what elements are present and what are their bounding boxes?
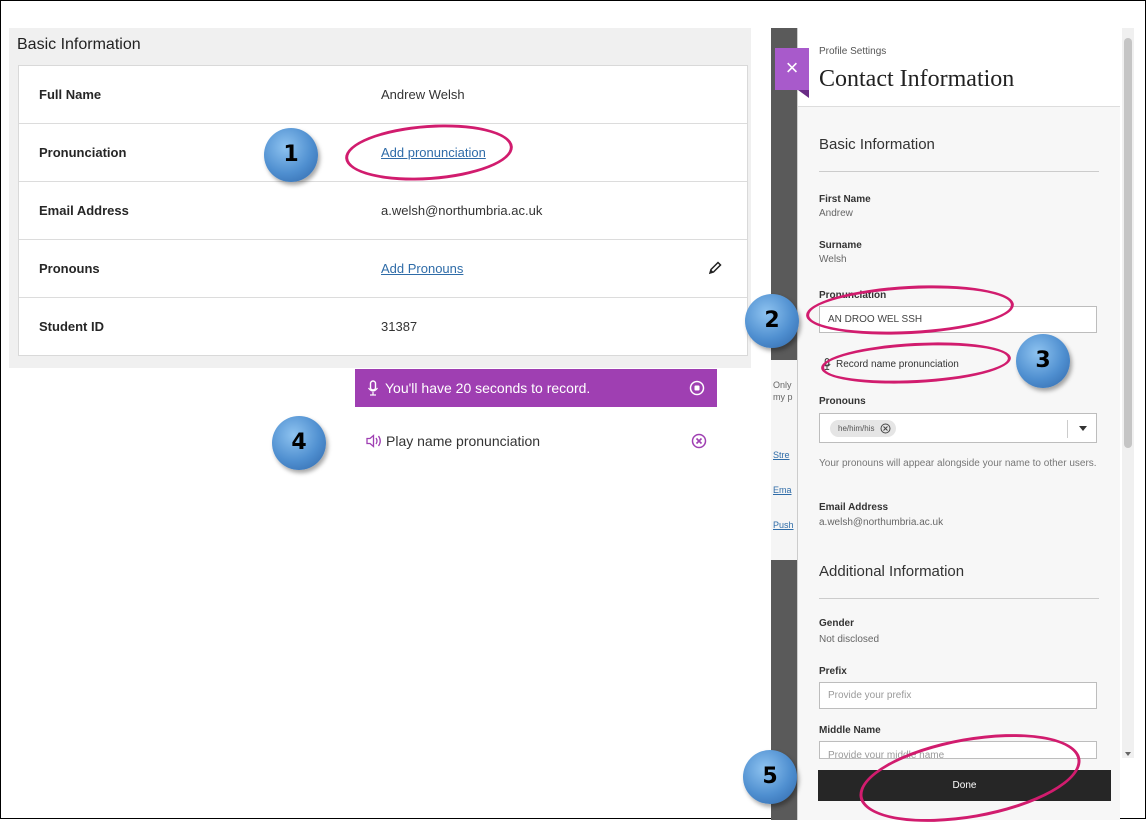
email-field-value: a.welsh@northumbria.ac.uk [819,517,944,528]
row-pronouns: Pronouns Add Pronouns [19,240,747,298]
surname-value: Welsh [819,254,847,265]
microphone-icon [368,380,378,396]
background-page-content [771,360,797,560]
panel-header: Profile Settings Contact Information [798,28,1120,107]
pronunciation-label: Pronunciation [39,145,127,160]
divider [819,598,1099,599]
prefix-input[interactable]: Provide your prefix [819,682,1097,709]
play-pronunciation-label: Play name pronunciation [386,433,541,449]
row-full-name: Full Name Andrew Welsh [19,66,747,124]
first-name-label: First Name [819,194,871,205]
pronouns-field-label: Pronouns [819,396,866,407]
chevron-down-icon[interactable] [1125,752,1131,756]
additional-section-title: Additional Information [819,563,965,580]
prefix-label: Prefix [819,666,847,677]
close-button-tail [798,90,809,98]
basic-section-title: Basic Information [819,136,935,153]
add-pronouns-link[interactable]: Add Pronouns [381,261,463,276]
email-field-label: Email Address [819,502,889,513]
annotation-badge: 2 [745,294,799,348]
first-name-value: Andrew [819,208,853,219]
background-link: Push [773,520,794,530]
speaker-icon [366,434,381,448]
email-label: Email Address [39,203,129,218]
gender-label: Gender [819,618,855,629]
surname-label: Surname [819,240,862,251]
basic-info-panel: Basic Information Full Name Andrew Welsh… [9,28,751,368]
divider [819,171,1099,172]
background-link: Stre [773,450,790,460]
chevron-down-icon[interactable] [1079,426,1087,431]
pronoun-chip-label: he/him/his [838,424,875,433]
pronouns-label: Pronouns [39,261,100,276]
annotation-badge: 5 [743,750,797,804]
breadcrumb: Profile Settings [819,46,887,57]
close-circle-icon[interactable] [691,433,707,449]
play-pronunciation-row[interactable]: Play name pronunciation [355,426,717,456]
student-id-label: Student ID [39,319,104,334]
basic-info-table: Full Name Andrew Welsh Pronunciation Add… [18,65,748,356]
full-name-label: Full Name [39,87,102,102]
annotation-badge: 1 [264,128,318,182]
pronouns-help-text: Your pronouns will appear alongside your… [819,458,1097,469]
select-divider [1067,420,1068,438]
record-banner-text: You'll have 20 seconds to record. [385,380,591,396]
scrollbar[interactable] [1122,28,1134,758]
middle-name-label: Middle Name [819,725,881,736]
contact-info-panel: Profile Settings Contact Information Bas… [797,28,1120,820]
gender-value: Not disclosed [819,634,880,645]
background-text: Only [773,380,792,390]
scroll-thumb[interactable] [1124,38,1132,448]
full-name-value: Andrew Welsh [381,87,465,102]
background-link: Ema [773,485,792,495]
annotation-badge: 3 [1016,334,1070,388]
pronouns-select[interactable]: he/him/his [819,413,1097,443]
basic-info-title: Basic Information [17,36,141,53]
panel-title: Contact Information [819,66,1015,92]
row-student-id: Student ID 31387 [19,298,747,355]
annotation-badge: 4 [272,416,326,470]
email-value: a.welsh@northumbria.ac.uk [381,203,543,218]
student-id-value: 31387 [381,319,418,334]
record-banner: You'll have 20 seconds to record. [355,369,717,407]
pronoun-chip: he/him/his [830,420,897,437]
close-circle-icon[interactable] [880,423,891,434]
row-email: Email Address a.welsh@northumbria.ac.uk [19,182,747,240]
close-button[interactable]: × [775,48,809,90]
pencil-icon[interactable] [707,260,723,276]
stop-icon[interactable] [689,380,705,396]
background-text: my p [773,392,793,402]
